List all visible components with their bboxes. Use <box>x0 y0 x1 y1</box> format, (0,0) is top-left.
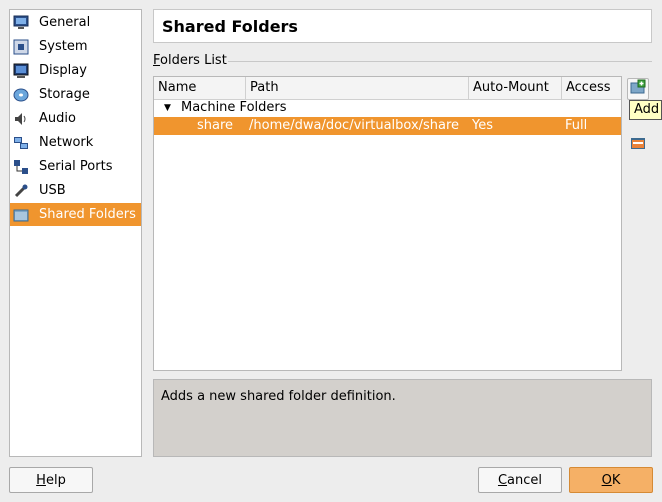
sidebar-item-network[interactable]: Network <box>10 131 141 154</box>
folders-list-label-text: olders List <box>160 53 227 68</box>
description-text: Adds a new shared folder definition. <box>161 389 396 404</box>
column-header-name[interactable]: Name <box>154 77 246 99</box>
sidebar-item-label: System <box>39 39 88 54</box>
page-title: Shared Folders <box>153 9 652 43</box>
sidebar-item-system[interactable]: System <box>10 35 141 58</box>
sidebar-item-label: Storage <box>39 87 90 102</box>
add-tooltip: Add <box>629 100 662 120</box>
sidebar-item-label: General <box>39 15 91 30</box>
serial-icon <box>13 159 29 175</box>
shared-folders-table[interactable]: Name Path Auto-Mount Access ▼ Machine Fo… <box>153 76 622 371</box>
column-header-path[interactable]: Path <box>246 77 469 99</box>
sidebar-item-label: Network <box>39 135 94 150</box>
sidebar-item-shared-folders[interactable]: Shared Folders <box>10 203 141 226</box>
sidebar-item-label: Audio <box>39 111 76 126</box>
edit-folder-icon <box>630 135 646 155</box>
sidebar-item-usb[interactable]: USB <box>10 179 141 202</box>
collapse-arrow-icon[interactable]: ▼ <box>164 99 171 117</box>
cell-auto-mount: Yes <box>472 118 493 133</box>
ok-button-label: K <box>611 472 621 488</box>
group-divider <box>228 61 652 62</box>
monitor-icon <box>13 15 29 31</box>
mnemonic-letter: O <box>601 472 612 488</box>
cancel-button-label: ancel <box>507 472 543 488</box>
mnemonic-letter: H <box>36 472 46 488</box>
column-header-auto-mount[interactable]: Auto-Mount <box>469 77 562 99</box>
disc-icon <box>13 87 29 103</box>
help-button-label: elp <box>45 472 66 488</box>
machine-folders-group[interactable]: ▼ Machine Folders <box>154 99 621 117</box>
page-title-text: Shared Folders <box>162 16 298 36</box>
display-icon <box>13 63 29 79</box>
settings-category-list: General System Display Storage Audio Net… <box>9 9 142 457</box>
table-header: Name Path Auto-Mount Access <box>154 77 621 100</box>
sidebar-item-label: Display <box>39 63 87 78</box>
sidebar-item-label: Shared Folders <box>39 207 136 222</box>
folders-list-label: Folders List <box>153 53 227 68</box>
mnemonic-letter: C <box>497 472 508 488</box>
description-panel: Adds a new shared folder definition. <box>153 379 652 457</box>
edit-folder-button[interactable] <box>627 134 649 156</box>
folder-icon <box>13 207 29 223</box>
usb-icon <box>13 183 29 199</box>
add-folder-icon <box>630 79 646 99</box>
sidebar-item-label: USB <box>39 183 66 198</box>
cancel-button[interactable]: Cancel <box>478 467 562 493</box>
sidebar-item-display[interactable]: Display <box>10 59 141 82</box>
help-button[interactable]: Help <box>9 467 93 493</box>
sidebar-item-label: Serial Ports <box>39 159 113 174</box>
column-header-access[interactable]: Access <box>562 77 621 99</box>
mnemonic-letter: F <box>153 53 161 68</box>
sidebar-item-serial-ports[interactable]: Serial Ports <box>10 155 141 178</box>
group-label: Machine Folders <box>181 100 287 115</box>
sidebar-item-storage[interactable]: Storage <box>10 83 141 106</box>
chip-icon <box>13 39 29 55</box>
ok-button[interactable]: OK <box>569 467 653 493</box>
cell-name: share <box>197 118 234 133</box>
cell-access: Full <box>565 118 588 133</box>
add-folder-button[interactable] <box>627 78 649 100</box>
network-icon <box>13 135 29 151</box>
sidebar-item-audio[interactable]: Audio <box>10 107 141 130</box>
cell-path: /home/dwa/doc/virtualbox/share <box>249 118 460 133</box>
sidebar-item-general[interactable]: General <box>10 11 141 34</box>
speaker-icon <box>13 111 29 127</box>
table-row[interactable]: share /home/dwa/doc/virtualbox/share Yes… <box>154 117 621 135</box>
